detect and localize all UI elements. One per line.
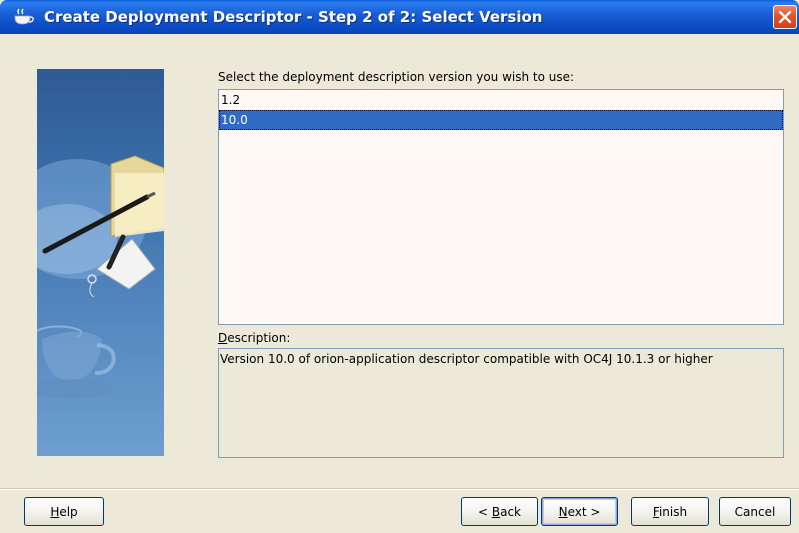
help-label-rest: elp bbox=[59, 504, 78, 519]
description-text: Version 10.0 of orion-application descri… bbox=[218, 348, 784, 458]
back-mnemonic: B bbox=[491, 504, 501, 519]
back-button[interactable]: < Back bbox=[461, 497, 538, 526]
description-label-mnemonic: D bbox=[218, 331, 228, 345]
coffee-cup-icon bbox=[13, 8, 35, 26]
next-label-rest: ext > bbox=[567, 504, 601, 519]
version-list[interactable]: 1.2 10.0 bbox=[218, 89, 784, 325]
version-prompt: Select the deployment description versio… bbox=[218, 70, 575, 84]
close-button[interactable] bbox=[773, 5, 797, 29]
finish-button[interactable]: Finish bbox=[631, 497, 709, 526]
version-item-10-0[interactable]: 10.0 bbox=[219, 110, 783, 130]
footer-separator bbox=[0, 488, 799, 490]
help-mnemonic: H bbox=[50, 504, 60, 519]
wizard-banner-graphic bbox=[37, 69, 164, 456]
description-label-text: escription: bbox=[227, 331, 291, 345]
back-prefix: < bbox=[477, 504, 492, 519]
window-title: Create Deployment Descriptor - Step 2 of… bbox=[44, 8, 543, 26]
back-label-rest: ack bbox=[500, 504, 521, 519]
dialog-window: Create Deployment Descriptor - Step 2 of… bbox=[0, 0, 799, 533]
cancel-button[interactable]: Cancel bbox=[719, 497, 791, 526]
next-mnemonic: N bbox=[558, 504, 568, 519]
help-button[interactable]: Help bbox=[24, 497, 104, 526]
next-button[interactable]: Next > bbox=[541, 497, 618, 526]
description-label: Description: bbox=[218, 331, 290, 345]
title-bar[interactable]: Create Deployment Descriptor - Step 2 of… bbox=[0, 0, 799, 34]
version-item-1-2[interactable]: 1.2 bbox=[219, 90, 783, 110]
finish-label-rest: inish bbox=[658, 504, 688, 519]
